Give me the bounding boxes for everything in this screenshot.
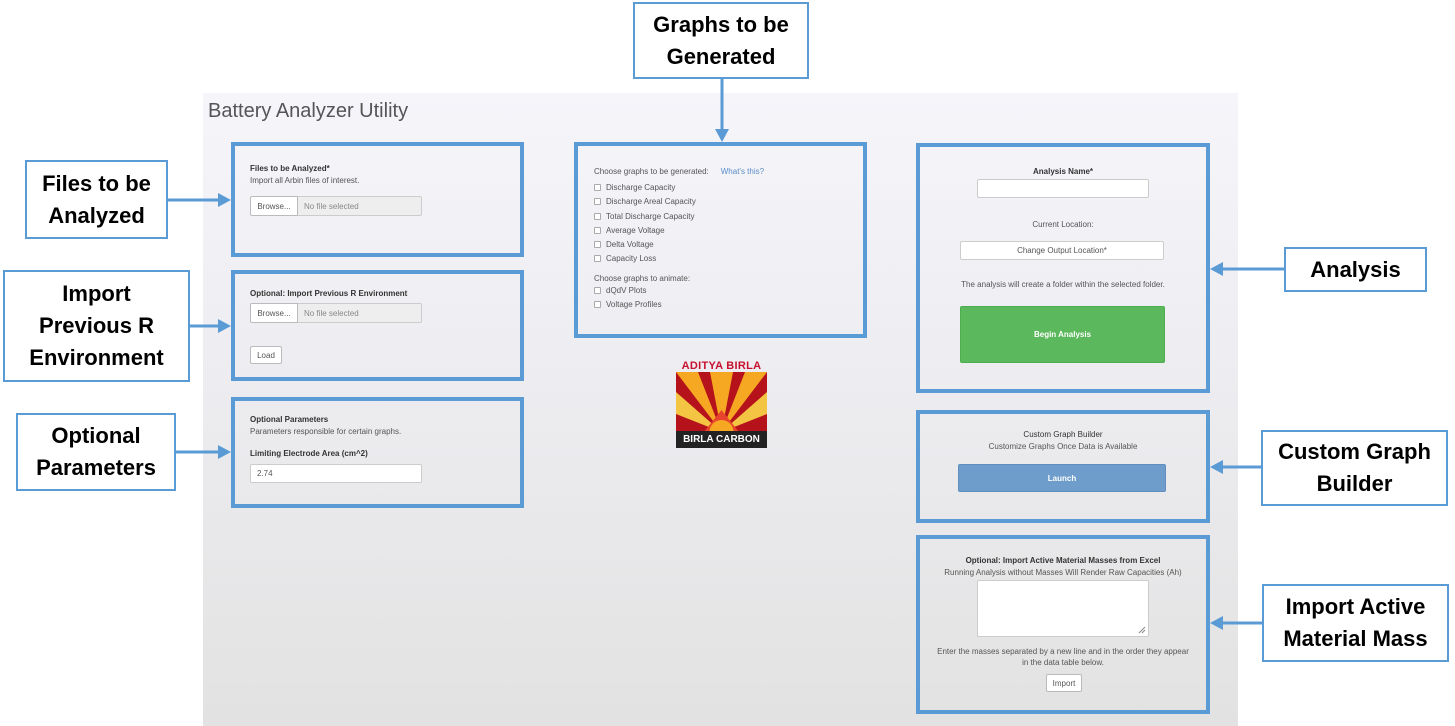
change-location-button[interactable]: Change Output Location* [960, 241, 1164, 260]
masses-panel: Optional: Import Active Material Masses … [916, 535, 1210, 714]
checkbox[interactable] [594, 301, 601, 308]
graph-option-discharge-capacity[interactable]: Discharge Capacity [594, 183, 675, 192]
callout-import-env: Import Previous R Environment [3, 270, 190, 382]
launch-button[interactable]: Launch [958, 464, 1166, 492]
params-help-text: Parameters responsible for certain graph… [250, 427, 402, 436]
callout-text: Import [62, 281, 131, 307]
callout-graph-builder: Custom Graph Builder [1261, 430, 1448, 506]
graph-builder-panel: Custom Graph Builder Customize Graphs On… [916, 410, 1210, 523]
files-help-text: Import all Arbin files of interest. [250, 176, 360, 185]
callout-text: Files to be [42, 170, 151, 196]
import-env-file-display: No file selected [298, 303, 422, 323]
params-panel: Optional Parameters Parameters responsib… [231, 397, 524, 508]
begin-analysis-button[interactable]: Begin Analysis [960, 306, 1165, 363]
graph-option-label: Capacity Loss [606, 254, 657, 263]
checkbox[interactable] [594, 213, 601, 220]
params-heading: Optional Parameters [250, 415, 329, 424]
callout-files-analyzed: Files to be Analyzed [25, 160, 168, 239]
graph-option-delta-voltage[interactable]: Delta Voltage [594, 240, 654, 249]
arrow-import-env-icon [190, 319, 231, 333]
files-file-display: No file selected [298, 196, 422, 216]
callout-text: Material Mass [1283, 626, 1428, 651]
arrow-analysis-icon [1210, 262, 1285, 276]
graph-option-label: Discharge Capacity [606, 183, 676, 192]
graph-option-discharge-areal-capacity[interactable]: Discharge Areal Capacity [594, 197, 696, 206]
callout-text: Environment [29, 344, 164, 370]
graph-builder-heading: Custom Graph Builder [1023, 430, 1103, 439]
graph-option-average-voltage[interactable]: Average Voltage [594, 226, 665, 235]
callout-text: Builder [1316, 471, 1393, 496]
animate-option-voltage-profiles[interactable]: Voltage Profiles [594, 300, 662, 309]
arrow-graph-builder-icon [1210, 460, 1262, 474]
checkbox[interactable] [594, 255, 601, 262]
masses-subheading: Running Analysis without Masses Will Ren… [944, 568, 1182, 577]
electrode-area-label: Limiting Electrode Area (cm^2) [250, 449, 368, 458]
callout-text: Previous R [39, 313, 154, 339]
masses-note-line1: Enter the masses separated by a new line… [937, 647, 1189, 656]
callout-text: Parameters [36, 455, 156, 480]
files-file-input[interactable]: Browse... No file selected [250, 196, 422, 216]
arrow-graphs-icon [715, 79, 729, 142]
analysis-panel: Analysis Name* Current Location: Change … [916, 143, 1210, 393]
analysis-note: The analysis will create a folder within… [961, 280, 1165, 289]
analysis-name-input[interactable] [977, 179, 1149, 198]
masses-heading: Optional: Import Active Material Masses … [965, 556, 1161, 565]
arrow-material-mass-icon [1210, 616, 1263, 630]
logo-sunburst-icon [676, 372, 767, 432]
import-button[interactable]: Import [1046, 674, 1082, 692]
graph-option-label: Delta Voltage [606, 240, 654, 249]
graph-option-label: Discharge Areal Capacity [606, 197, 696, 206]
checkbox[interactable] [594, 241, 601, 248]
files-heading: Files to be Analyzed* [250, 164, 330, 173]
checkbox[interactable] [594, 184, 601, 191]
graphs-panel: Choose graphs to be generated: What's thi… [574, 142, 867, 338]
animate-option-label: Voltage Profiles [606, 300, 662, 309]
callout-text: Import Active [1285, 594, 1426, 620]
callout-graphs-generated: Graphs to be Generated [633, 2, 809, 79]
arrow-files-icon [168, 193, 231, 207]
import-env-panel: Optional: Import Previous R Environment … [231, 270, 524, 381]
graph-option-label: Total Discharge Capacity [606, 212, 695, 221]
arrow-params-icon [176, 445, 231, 459]
callout-text: Graphs to be [653, 11, 789, 37]
animate-heading: Choose graphs to animate: [594, 274, 691, 283]
checkbox[interactable] [594, 227, 601, 234]
resize-grip-icon[interactable] [1138, 626, 1146, 634]
callout-material-mass: Import Active Material Mass [1262, 584, 1449, 662]
callout-text: Generated [666, 43, 776, 69]
callout-optional-parameters: Optional Parameters [16, 413, 176, 491]
current-location-label: Current Location: [1032, 220, 1094, 229]
checkbox[interactable] [594, 198, 601, 205]
graphs-heading: Choose graphs to be generated: [594, 167, 709, 176]
company-logo: ADITYA BIRLA BIRLA CARBON [676, 360, 767, 448]
masses-textarea[interactable] [977, 580, 1149, 637]
animate-option-dqdv[interactable]: dQdV Plots [594, 286, 646, 295]
callout-text: Custom Graph [1278, 439, 1431, 465]
graph-builder-subheading: Customize Graphs Once Data is Available [988, 442, 1138, 451]
callout-text: Analysis [1310, 256, 1401, 282]
logo-bottom-text: BIRLA CARBON [676, 431, 767, 448]
import-env-browse-button[interactable]: Browse... [250, 303, 298, 323]
masses-note-line2: in the data table below. [1022, 658, 1104, 667]
graphs-heading-row: Choose graphs to be generated: What's thi… [594, 167, 764, 176]
whats-this-link[interactable]: What's this? [721, 167, 764, 176]
load-button[interactable]: Load [250, 346, 282, 364]
electrode-area-input[interactable]: 2.74 [250, 464, 422, 483]
analysis-name-label: Analysis Name* [1032, 167, 1094, 176]
callout-text: Analyzed [48, 202, 145, 228]
files-panel: Files to be Analyzed* Import all Arbin f… [231, 142, 524, 257]
import-env-file-input[interactable]: Browse... No file selected [250, 303, 422, 323]
import-env-heading: Optional: Import Previous R Environment [250, 289, 408, 298]
callout-analysis: Analysis [1284, 247, 1427, 292]
animate-option-label: dQdV Plots [606, 286, 647, 295]
graph-option-label: Average Voltage [606, 226, 665, 235]
checkbox[interactable] [594, 287, 601, 294]
graph-option-capacity-loss[interactable]: Capacity Loss [594, 254, 656, 263]
app-title: Battery Analyzer Utility [208, 100, 409, 122]
callout-text: Optional [51, 423, 141, 449]
files-browse-button[interactable]: Browse... [250, 196, 298, 216]
graph-option-total-discharge-capacity[interactable]: Total Discharge Capacity [594, 212, 694, 221]
